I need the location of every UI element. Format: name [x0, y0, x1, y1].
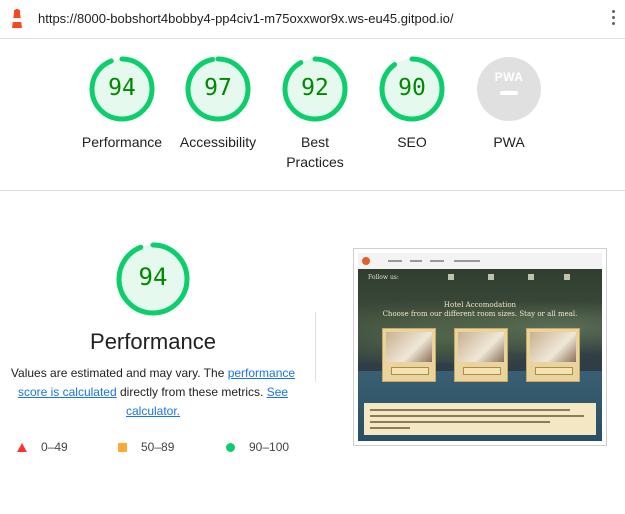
gauge-label: Accessibility [179, 134, 257, 150]
gauge-best-practices[interactable]: 92 Best Practices [266, 56, 364, 172]
score-value: 90 [398, 75, 426, 101]
gauge-label: SEO [397, 134, 427, 150]
section-divider [0, 190, 625, 191]
thumb-heading-2: Choose from our different room sizes. St… [382, 310, 578, 318]
thumb-social-icon [528, 274, 534, 280]
legend-pass: 90–100 [226, 440, 289, 454]
desc-text-2: directly from these metrics. [116, 385, 267, 399]
lighthouse-icon [12, 9, 22, 28]
pwa-badge-icon [477, 57, 541, 121]
thumb-room-card [526, 328, 580, 382]
more-options-icon[interactable] [612, 10, 616, 28]
thumb-heading: Hotel Accomodation Choose from our diffe… [358, 301, 602, 319]
thumb-social-icon [488, 274, 494, 280]
score-value: 94 [108, 75, 136, 101]
vertical-separator [315, 312, 316, 382]
pwa-dash-icon [500, 91, 518, 95]
legend-range: 50–89 [141, 440, 175, 454]
thumb-social-icon [448, 274, 454, 280]
gauge-performance[interactable]: 94 Performance [73, 56, 171, 152]
desc-text: Values are estimated and may vary. The [10, 366, 228, 380]
gauge-label: PWA [493, 134, 525, 150]
performance-score: 94 [138, 263, 168, 291]
page-url[interactable]: https://8000-bobshort4bobby4-pp4civ1-m75… [38, 11, 454, 26]
final-screenshot[interactable]: Follow us: Hotel Accomodation Choose fro… [353, 248, 607, 446]
pwa-badge-text: PWA [494, 70, 524, 84]
thumb-follow-text: Follow us: [368, 274, 399, 281]
legend-range: 0–49 [41, 440, 68, 454]
legend-average: 50–89 [118, 440, 174, 454]
thumb-heading-1: Hotel Accomodation [443, 301, 517, 309]
pass-circle-icon [226, 442, 235, 452]
gauge-pwa[interactable]: PWA PWA [460, 56, 558, 152]
legend-fail: 0–49 [17, 440, 68, 454]
thumb-navbar [358, 253, 602, 269]
score-value: 97 [204, 75, 232, 101]
thumb-room-card [454, 328, 508, 382]
gauge-seo[interactable]: 90 SEO [363, 56, 461, 152]
thumb-review-box [364, 403, 596, 435]
screenshot-image: Follow us: Hotel Accomodation Choose fro… [358, 253, 602, 441]
thumb-social-icon [564, 274, 570, 280]
gauge-label: Performance [81, 134, 163, 150]
url-bar: https://8000-bobshort4bobby4-pp4civ1-m75… [0, 0, 625, 39]
gauge-label: Best Practices [286, 134, 344, 170]
performance-title: Performance [90, 329, 216, 354]
thumb-logo-icon [362, 257, 370, 265]
average-square-icon [118, 442, 127, 452]
fail-triangle-icon [17, 442, 27, 452]
legend-range: 90–100 [249, 440, 290, 454]
thumb-room-card [382, 328, 436, 382]
performance-description: Values are estimated and may vary. The p… [4, 364, 302, 421]
gauge-accessibility[interactable]: 97 Accessibility [169, 56, 267, 152]
score-value: 92 [301, 75, 329, 101]
